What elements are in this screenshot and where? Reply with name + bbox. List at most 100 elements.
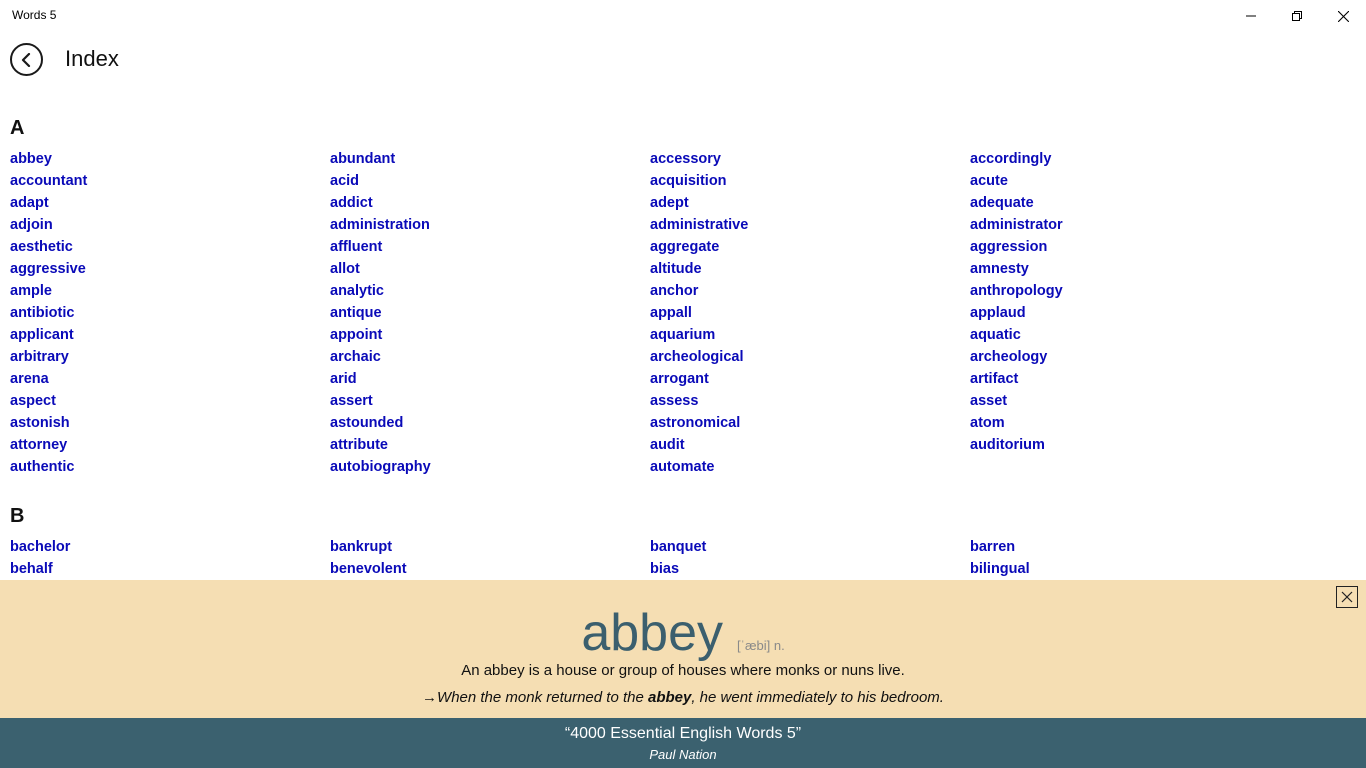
word-link[interactable]: administrative	[650, 214, 970, 236]
word-link[interactable]: assess	[650, 390, 970, 412]
word-link[interactable]: behalf	[10, 558, 330, 580]
word-link[interactable]: allot	[330, 258, 650, 280]
word-link[interactable]: archaic	[330, 346, 650, 368]
word-link[interactable]: benevolent	[330, 558, 650, 580]
word-link[interactable]: anchor	[650, 280, 970, 302]
word-link[interactable]: bilingual	[970, 558, 1290, 580]
back-arrow-icon	[21, 52, 30, 67]
app-title: Words 5	[12, 8, 57, 22]
word-link[interactable]: barren	[970, 536, 1290, 558]
word-link[interactable]: banquet	[650, 536, 970, 558]
word-link[interactable]: addict	[330, 192, 650, 214]
word-link[interactable]: aquarium	[650, 324, 970, 346]
word-link[interactable]: aggressive	[10, 258, 330, 280]
word-link[interactable]: adequate	[970, 192, 1290, 214]
word-link[interactable]: accessory	[650, 148, 970, 170]
word-link[interactable]: acute	[970, 170, 1290, 192]
example-sentence: →When the monk returned to the abbey, he…	[0, 689, 1366, 706]
word-link[interactable]: authentic	[10, 456, 330, 478]
example-after: , he went immediately to his bedroom.	[691, 689, 944, 706]
word-link[interactable]: aspect	[10, 390, 330, 412]
word-link[interactable]: audit	[650, 434, 970, 456]
word-link[interactable]: analytic	[330, 280, 650, 302]
word-link[interactable]: administration	[330, 214, 650, 236]
app-window: Words 5 Index A abbey abundant accessory ac…	[0, 0, 1366, 768]
section-letter: B	[10, 505, 25, 527]
word-link[interactable]: arbitrary	[10, 346, 330, 368]
word-link[interactable]: asset	[970, 390, 1290, 412]
word-link[interactable]: appall	[650, 302, 970, 324]
word-link[interactable]: accountant	[10, 170, 330, 192]
word-link[interactable]: aggression	[970, 236, 1290, 258]
index-section-b: B bachelor bankrupt banquet barren behalf ben…	[0, 496, 1366, 580]
pronunciation: [ˈæbi] n.	[737, 638, 785, 653]
word-grid: abbey abundant accessory accordingly account…	[10, 148, 1366, 478]
example-before: When the monk returned to the	[437, 689, 648, 706]
close-icon	[1341, 591, 1353, 603]
word-link[interactable]: astronomical	[650, 412, 970, 434]
minimize-icon	[1246, 15, 1256, 17]
word-link[interactable]: bias	[650, 558, 970, 580]
word-link[interactable]: attorney	[10, 434, 330, 456]
minimize-button[interactable]	[1228, 0, 1274, 32]
restore-icon	[1292, 11, 1302, 21]
word-link[interactable]: administrator	[970, 214, 1290, 236]
word-link[interactable]: acquisition	[650, 170, 970, 192]
word-link[interactable]: adept	[650, 192, 970, 214]
word-link[interactable]: bankrupt	[330, 536, 650, 558]
word-link[interactable]: arid	[330, 368, 650, 390]
word-link[interactable]: archeology	[970, 346, 1290, 368]
word-link[interactable]: arena	[10, 368, 330, 390]
word-link[interactable]: archeological	[650, 346, 970, 368]
word-link[interactable]: applicant	[10, 324, 330, 346]
word-link[interactable]: accordingly	[970, 148, 1290, 170]
word-link[interactable]: amnesty	[970, 258, 1290, 280]
word-link[interactable]: acid	[330, 170, 650, 192]
word-link[interactable]: attribute	[330, 434, 650, 456]
close-window-button[interactable]	[1320, 0, 1366, 32]
word-link[interactable]: affluent	[330, 236, 650, 258]
word-link[interactable]: abundant	[330, 148, 650, 170]
word-link[interactable]: automate	[650, 456, 970, 478]
word-link[interactable]: anthropology	[970, 280, 1290, 302]
word-link[interactable]: bachelor	[10, 536, 330, 558]
word-link[interactable]: aggregate	[650, 236, 970, 258]
word-link[interactable]: antique	[330, 302, 650, 324]
word-link[interactable]: ample	[10, 280, 330, 302]
definition-text: An abbey is a house or group of houses w…	[461, 662, 905, 679]
word-link[interactable]: adapt	[10, 192, 330, 214]
book-author: Paul Nation	[649, 747, 717, 762]
word-link[interactable]: autobiography	[330, 456, 650, 478]
title-bar: Words 5	[0, 0, 1366, 32]
word-link[interactable]: abbey	[10, 148, 330, 170]
section-letter: A	[10, 117, 25, 139]
word-link[interactable]: atom	[970, 412, 1290, 434]
close-icon	[1337, 10, 1349, 22]
word-link[interactable]: antibiotic	[10, 302, 330, 324]
word-link[interactable]: astonish	[10, 412, 330, 434]
word-link[interactable]: applaud	[970, 302, 1290, 324]
word-link[interactable]: arrogant	[650, 368, 970, 390]
word-index[interactable]: A abbey abundant accessory accordingly accou…	[0, 108, 1366, 580]
word-link[interactable]: adjoin	[10, 214, 330, 236]
headword: abbey	[581, 604, 723, 662]
restore-button[interactable]	[1274, 0, 1320, 32]
index-section-a: A abbey abundant accessory accordingly accou…	[0, 108, 1366, 478]
word-link[interactable]: aquatic	[970, 324, 1290, 346]
word-link[interactable]: auditorium	[970, 434, 1290, 456]
word-link[interactable]: astounded	[330, 412, 650, 434]
word-link[interactable]: altitude	[650, 258, 970, 280]
word-link[interactable]: aesthetic	[10, 236, 330, 258]
example-highlight: abbey	[647, 689, 692, 706]
word-link[interactable]: artifact	[970, 368, 1290, 390]
book-title: “4000 Essential English Words 5”	[564, 725, 802, 742]
example-arrow-icon: →	[422, 689, 438, 706]
word-grid: bachelor bankrupt banquet barren behalf benev…	[10, 536, 1366, 580]
word-link[interactable]: assert	[330, 390, 650, 412]
footer: “4000 Essential English Words 5” Paul Na…	[0, 718, 1366, 768]
page-title: Index	[65, 46, 119, 71]
definition-headline: abbey [ˈæbi] n.	[0, 603, 1366, 663]
back-button[interactable]	[10, 43, 43, 76]
word-link[interactable]: appoint	[330, 324, 650, 346]
